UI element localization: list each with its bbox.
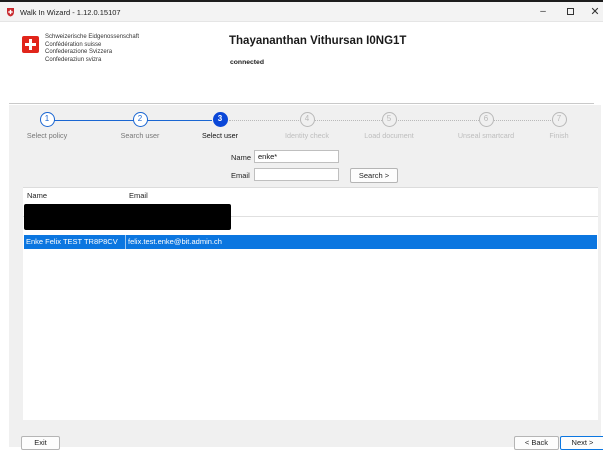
step-search-user: 2 Search user	[100, 105, 180, 140]
confederation-name-it: Confederazione Svizzera	[45, 49, 113, 56]
email-label: Email	[231, 171, 250, 180]
wizard-stepper: 1 Select policy 2 Search user 3 Select u…	[9, 105, 601, 153]
flag-cross-horizontal	[25, 43, 36, 46]
confederation-name-de: Schweizerische Eidgenossenschaft	[45, 34, 140, 40]
name-field[interactable]	[254, 150, 339, 163]
step-label: Select user	[202, 131, 238, 140]
app-icon	[7, 8, 14, 17]
step-number: 7	[551, 112, 567, 127]
next-button[interactable]: Next >	[560, 436, 603, 450]
step-number: 5	[381, 112, 397, 127]
step-select-user: 3 Select user	[180, 105, 260, 140]
cell-name: Enke Felix TEST TR8P8CV	[26, 235, 126, 249]
step-number: 1	[39, 112, 55, 127]
email-field[interactable]	[254, 168, 339, 181]
window-title: Walk In Wizard - 1.12.0.15107	[20, 8, 121, 17]
minimize-button[interactable]: –	[532, 4, 554, 20]
results-list[interactable]: Name Email Enke Felix TEST TR8P8CV felix…	[23, 187, 598, 420]
connection-status: connected	[230, 59, 264, 66]
confederation-name-fr: Confédération suisse	[45, 41, 102, 48]
step-label: Select policy	[26, 131, 68, 140]
step-number: 3	[212, 112, 228, 127]
step-label: Search user	[120, 131, 160, 140]
step-finish: 7 Finish	[519, 105, 599, 140]
step-number: 2	[132, 112, 148, 127]
name-label: Name	[231, 153, 252, 162]
maximize-button[interactable]	[559, 4, 581, 20]
wizard-content: 1 Select policy 2 Search user 3 Select u…	[9, 105, 603, 450]
column-header-email[interactable]: Email	[129, 191, 148, 200]
search-button[interactable]: Search >	[350, 168, 398, 183]
column-header-name[interactable]: Name	[27, 191, 47, 200]
back-button[interactable]: < Back	[514, 436, 559, 450]
redaction-box	[24, 204, 231, 230]
step-label: Identity check	[285, 131, 329, 140]
user-name: Thayananthan Vithursan I0NG1T	[229, 35, 407, 47]
step-load-document: 5 Load document	[349, 105, 429, 140]
confederation-name-rm: Confederaziun svizra	[45, 56, 102, 63]
step-label: Load document	[364, 131, 414, 140]
cell-email: felix.test.enke@bit.admin.ch	[128, 237, 222, 246]
maximize-icon	[566, 7, 574, 15]
table-row[interactable]: Enke Felix TEST TR8P8CV felix.test.enke@…	[24, 235, 597, 249]
step-label: Finish	[549, 131, 569, 140]
swiss-flag-logo	[22, 36, 39, 53]
step-number: 4	[299, 112, 315, 127]
step-identity-check: 4 Identity check	[267, 105, 347, 140]
step-number: 6	[478, 112, 494, 127]
step-label: Unseal smartcard	[457, 131, 515, 140]
title-bar: Walk In Wizard - 1.12.0.15107 – ✕	[0, 2, 603, 22]
step-select-policy: 1 Select policy	[7, 105, 87, 140]
close-button[interactable]: ✕	[584, 4, 603, 20]
step-unseal-smartcard: 6 Unseal smartcard	[446, 105, 526, 140]
confederation-names: Schweizerische Eidgenossenschaft Confédé…	[45, 34, 139, 64]
exit-button[interactable]: Exit	[21, 436, 60, 450]
header: Schweizerische Eidgenossenschaft Confédé…	[9, 22, 594, 104]
